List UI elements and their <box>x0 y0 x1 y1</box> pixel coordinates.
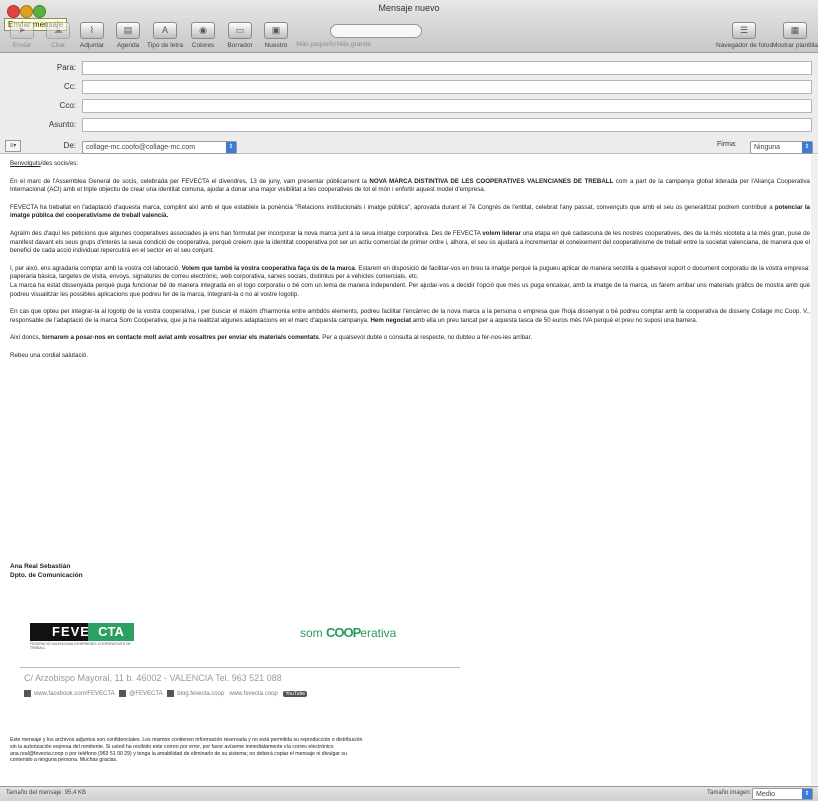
templates-icon: ▦ <box>783 22 807 39</box>
legal-disclaimer: Este mensaje y los archivos adjuntos son… <box>10 737 363 764</box>
window-titlebar: Mensaje nuevo Enviar mensaje ➤ Enviar ☁ … <box>0 0 818 53</box>
message-body[interactable]: Benvolguts/des socis/es: En el marc de l… <box>10 160 810 370</box>
social-links: www.facebook.com/FEVECTA @FEVECTA blog.f… <box>24 690 308 698</box>
photo-icon: ▣ <box>264 22 288 39</box>
image-size-select[interactable]: Medio ⇕ <box>752 788 813 800</box>
select-arrows-icon: ⇕ <box>226 142 236 153</box>
bigger-button[interactable]: Más grande <box>334 38 374 48</box>
templates-button[interactable]: ▦ Mostrar plantillas <box>772 22 818 49</box>
twitter-icon <box>119 690 127 697</box>
signature-value: Ninguna <box>754 144 781 151</box>
font-icon: A <box>153 22 177 39</box>
cc-field[interactable] <box>82 80 812 94</box>
send-button[interactable]: ➤ Enviar <box>2 22 42 49</box>
send-icon: ➤ <box>10 22 34 39</box>
signature-name: Ana Real Sebastián <box>10 563 71 570</box>
smaller-button[interactable]: Más pequeño <box>296 38 336 48</box>
from-select[interactable]: collage-mc.coofo@collage-mc.com ⇕ <box>82 141 237 154</box>
bcc-label: Cco: <box>59 101 76 110</box>
signature-block: Ana Real Sebastián Dpto. de Comunicación <box>10 562 83 580</box>
bigger-icon: Más grande <box>336 41 372 48</box>
fonts-button[interactable]: A Tipo de letra <box>145 22 185 49</box>
blog-link[interactable]: blog.fevecta.coop <box>177 691 224 697</box>
paragraph-2: FEVECTA ha treballat en l'adaptació d'aq… <box>10 203 810 220</box>
image-size-value: Medio <box>756 791 776 798</box>
save-draft-icon: ▭ <box>228 22 252 39</box>
select-arrows-icon: ⇕ <box>802 789 812 799</box>
to-field[interactable] <box>82 61 812 75</box>
select-arrows-icon: ⇕ <box>802 142 812 153</box>
closing: Rebeu una cordial salutació. <box>10 351 89 359</box>
toolbar-search-field[interactable] <box>330 24 422 38</box>
web-link[interactable]: www.fevecta.coop <box>229 691 277 697</box>
message-size: Tamaño del mensaje: 95,4 KB <box>6 790 87 796</box>
chat-icon: ☁ <box>46 22 70 39</box>
twitter-link[interactable]: @FEVECTA <box>129 691 162 697</box>
facebook-icon <box>24 690 31 697</box>
facebook-link[interactable]: www.facebook.com/FEVECTA <box>34 691 114 697</box>
attach-button[interactable]: ⌇ Adjuntar <box>72 22 112 49</box>
footer-address: C/ Arzobispo Mayoral, 11 b. 46002 - VALE… <box>24 673 282 683</box>
greeting: Benvolguts/des socis/es: <box>10 160 79 167</box>
cc-label: Cc: <box>64 82 76 91</box>
som-cooperativa-logo: som COOPerativa <box>300 625 397 640</box>
address-book-icon: ▤ <box>116 22 140 39</box>
address-book-button[interactable]: ▤ Agenda <box>108 22 148 49</box>
signature-label: Firma: <box>717 141 737 148</box>
photo-browser-icon: ☰ <box>732 22 756 39</box>
fevecta-logo: FEVE CTA FEDERACIÓ VALENCIANA D'EMPRESES… <box>30 623 134 650</box>
signature-select[interactable]: Ninguna ⇕ <box>750 141 813 154</box>
status-bar: Tamaño del mensaje: 95,4 KB Tamaño image… <box>0 786 818 801</box>
photo-browser-button[interactable]: ☰ Navegador de fotos <box>716 22 773 49</box>
vertical-scrollbar[interactable] <box>811 155 818 785</box>
subject-field[interactable] <box>82 118 812 132</box>
colors-button[interactable]: ◉ Colores <box>183 22 223 49</box>
image-size-label: Tamaño imagen: <box>707 790 752 796</box>
paragraph-1: En el marc de l'Assemblea General de soc… <box>10 177 810 194</box>
window-title: Mensaje nuevo <box>378 3 440 13</box>
paragraph-6: Així doncs, tornarem a posar-nos en cont… <box>10 334 533 342</box>
paragraph-5: En cas que opteu per integrar-la al logo… <box>10 308 810 324</box>
message-header: Para: Cc: Cco: Asunto: ≡▾ De: collage-mc… <box>0 53 818 154</box>
from-value: collage-mc.coofo@collage-mc.com <box>86 144 196 151</box>
paperclip-icon: ⌇ <box>80 22 104 39</box>
paragraph-4: I, per això, ens agradaria comptar amb l… <box>10 264 810 298</box>
paragraph-3: Agraïm des d'aquí les peticions que algu… <box>10 229 810 255</box>
signature-dept: Dpto. de Comunicación <box>10 572 83 579</box>
color-wheel-icon: ◉ <box>191 22 215 39</box>
to-label: Para: <box>56 63 76 72</box>
bcc-field[interactable] <box>82 99 812 113</box>
footer-divider <box>20 667 460 668</box>
blog-icon <box>167 690 175 697</box>
save-draft-button[interactable]: ▭ Borrador <box>220 22 260 49</box>
subject-label: Asunto: <box>48 120 76 129</box>
smaller-icon: Más pequeño <box>296 41 336 48</box>
photo-button[interactable]: ▣ Nuestro <box>256 22 296 49</box>
youtube-icon[interactable]: YouTube <box>283 691 308 698</box>
from-label: De: <box>63 141 76 150</box>
